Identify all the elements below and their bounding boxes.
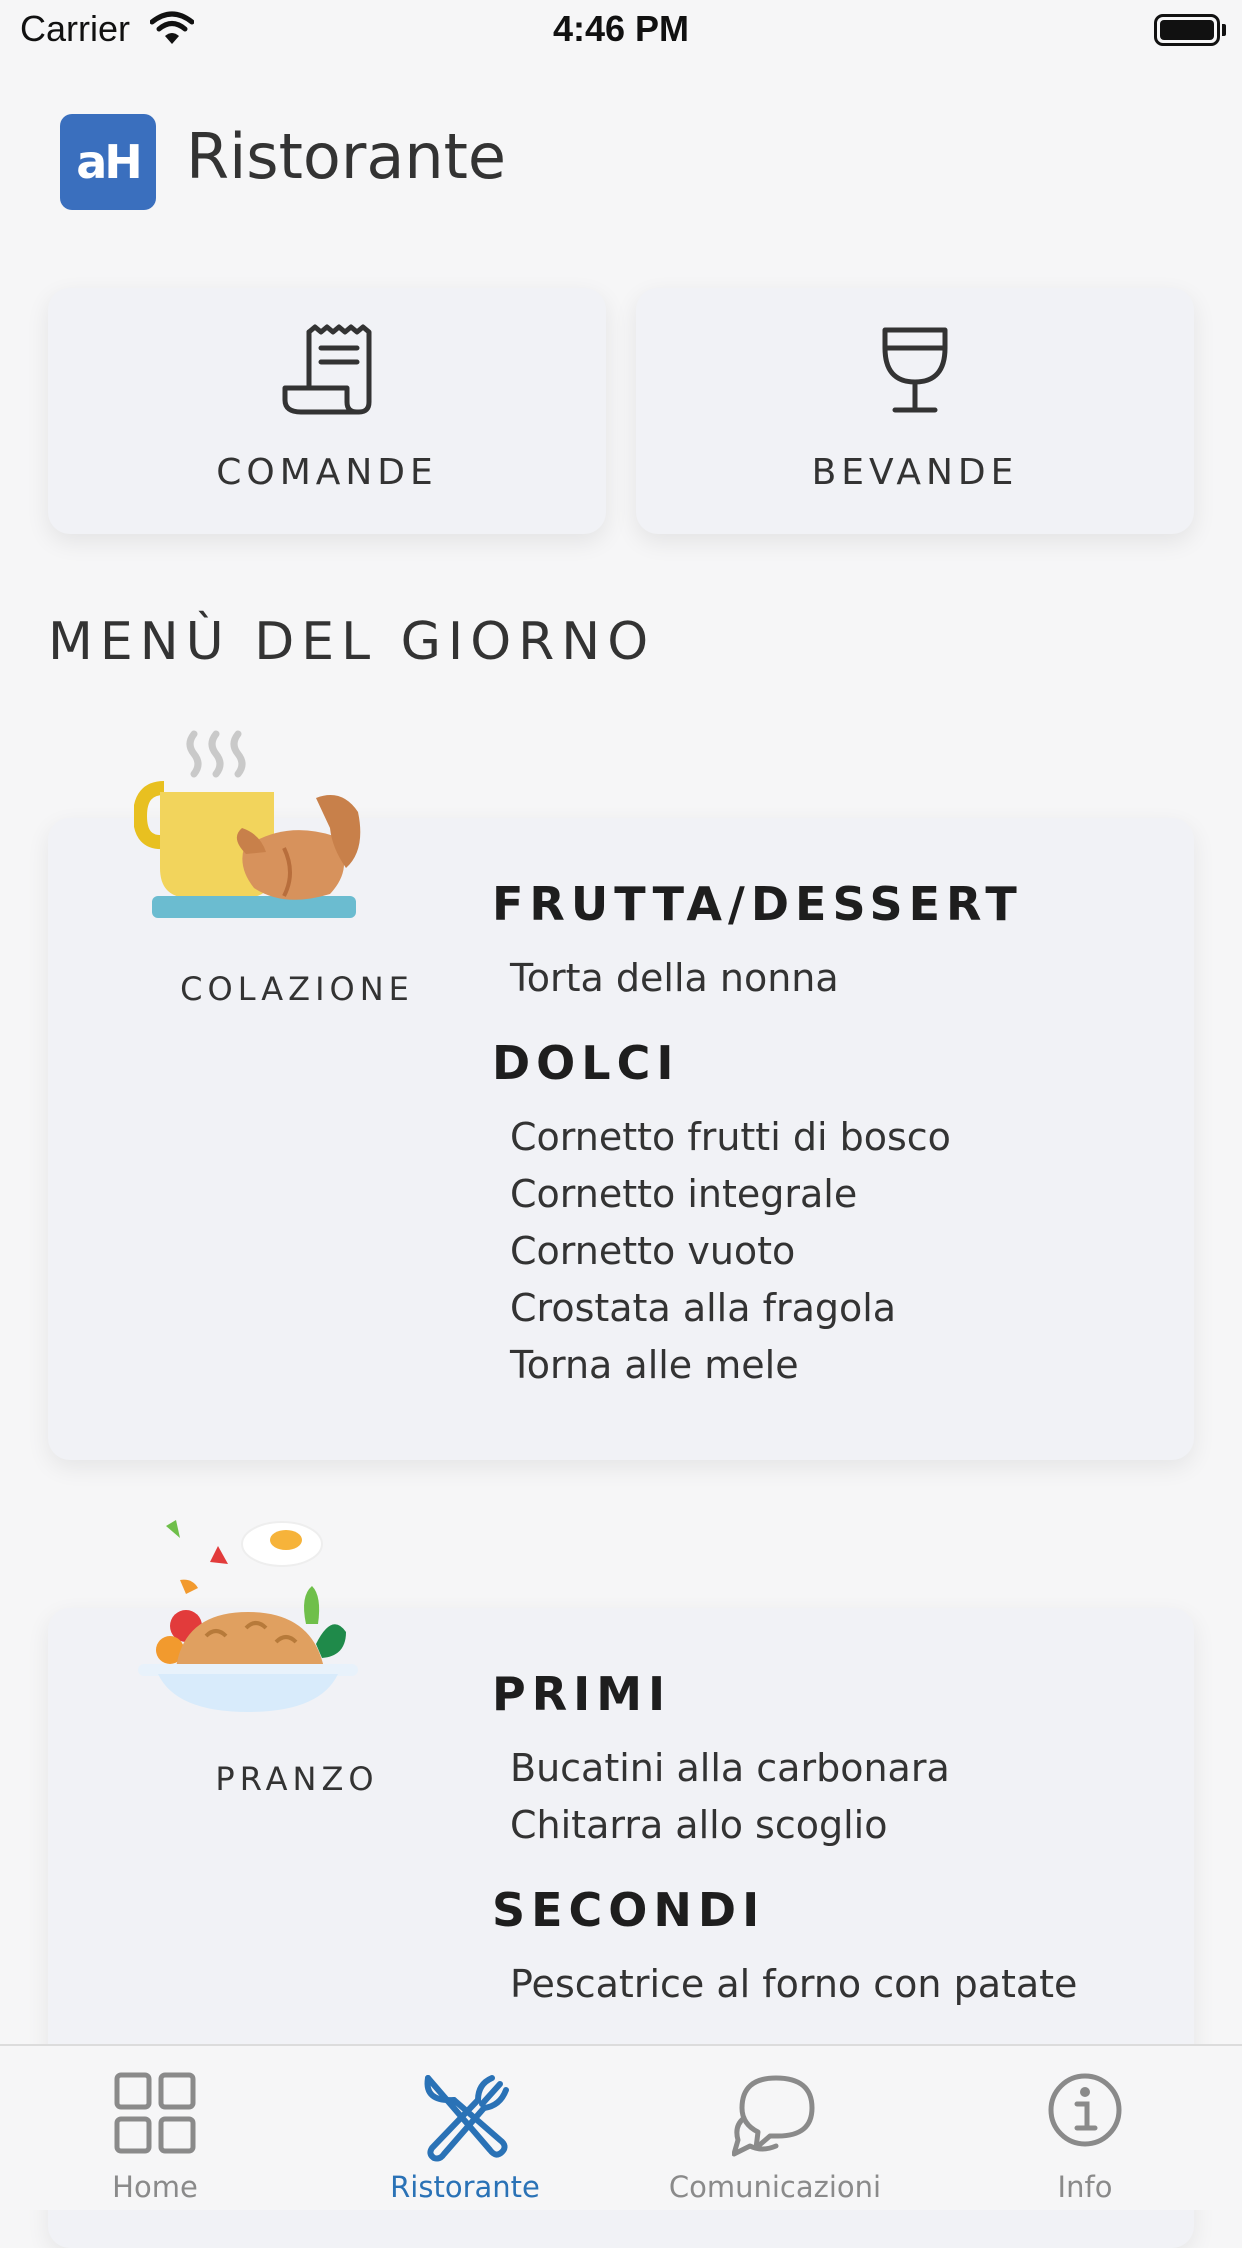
info-icon [1048, 2073, 1122, 2147]
colazione-groups: FRUTTA/DESSERT Torta della nonna DOLCI C… [492, 876, 1023, 1394]
menu-item: Torna alle mele [510, 1343, 799, 1387]
tab-comunicazioni-label: Comunicazioni [668, 2170, 882, 2204]
menu-section-title: MENÙ DEL GIORNO [48, 612, 656, 672]
group-title: PRIMI [492, 1667, 672, 1721]
pranzo-label: PRANZO [215, 1760, 379, 1798]
page-title: Ristorante [186, 120, 507, 193]
menu-item: Cornetto frutti di bosco [510, 1115, 951, 1159]
menu-item: Torta della nonna [510, 956, 839, 1000]
comande-button[interactable]: COMANDE [48, 288, 606, 534]
menu-item: Pescatrice al forno con patate [510, 1962, 1078, 2006]
colazione-label: COLAZIONE [180, 970, 414, 1008]
receipt-icon [282, 324, 372, 415]
menu-item: Chitarra allo scoglio [510, 1803, 888, 1847]
tab-ristorante-label: Ristorante [390, 2170, 540, 2204]
tab-info[interactable]: Info [930, 2046, 1240, 2210]
menu-item: Cornetto integrale [510, 1172, 858, 1216]
menu-group: FRUTTA/DESSERT Torta della nonna [492, 876, 1023, 1007]
app-logo: aH [60, 114, 156, 210]
tab-home[interactable]: Home [0, 2046, 310, 2210]
menu-group: SECONDI Pescatrice al forno con patate [492, 1882, 1077, 2013]
group-title: DOLCI [492, 1036, 680, 1090]
tab-ristorante[interactable]: Ristorante [310, 2046, 620, 2210]
grid-icon [114, 2072, 196, 2154]
group-title: FRUTTA/DESSERT [492, 877, 1023, 931]
menu-group: DOLCI Cornetto frutti di bosco Cornetto … [492, 1035, 1023, 1394]
tab-comunicazioni[interactable]: Comunicazioni [620, 2046, 930, 2210]
menu-item: Crostata alla fragola [510, 1286, 897, 1330]
comande-label: COMANDE [216, 452, 438, 493]
tab-info-label: Info [1057, 2170, 1113, 2204]
pranzo-groups: PRIMI Bucatini alla carbonara Chitarra a… [492, 1666, 1077, 2013]
group-title: SECONDI [492, 1883, 766, 1937]
lunch-plate-icon [138, 1520, 358, 1712]
group-items: Bucatini alla carbonara Chitarra allo sc… [510, 1740, 1077, 1854]
breakfast-coffee-croissant-icon [134, 730, 361, 918]
bevande-label: BEVANDE [811, 452, 1019, 493]
cutlery-icon [424, 2075, 509, 2162]
group-items: Torta della nonna [510, 950, 1023, 1007]
tab-home-label: Home [112, 2170, 198, 2204]
menu-item: Cornetto vuoto [510, 1229, 796, 1273]
battery-nub [1222, 24, 1226, 36]
menu-group: PRIMI Bucatini alla carbonara Chitarra a… [492, 1666, 1077, 1854]
status-time: 4:46 PM [552, 8, 690, 49]
bevande-button[interactable]: BEVANDE [636, 288, 1194, 534]
tab-bar: Home Ristorante Comunicazioni Info [0, 2044, 1242, 2210]
group-items: Pescatrice al forno con patate [510, 1956, 1077, 2013]
status-bar: Carrier 4:46 PM [0, 0, 1242, 60]
battery-icon [1154, 14, 1220, 46]
menu-item: Bucatini alla carbonara [510, 1746, 950, 1790]
chat-bubbles-icon [732, 2075, 815, 2157]
wine-glass-icon [882, 327, 948, 413]
group-items: Cornetto frutti di bosco Cornetto integr… [510, 1109, 1023, 1394]
